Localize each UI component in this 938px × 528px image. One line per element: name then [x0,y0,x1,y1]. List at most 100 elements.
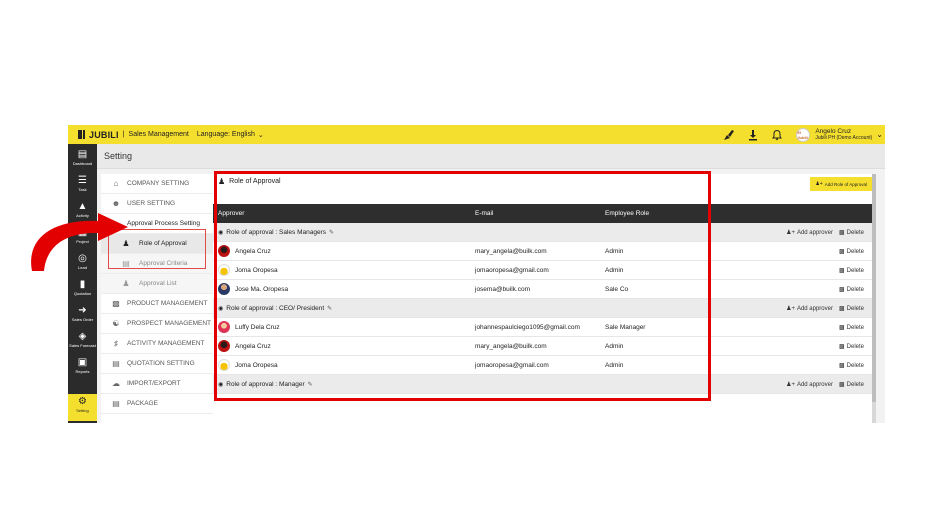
trash-icon: ▩ [838,230,845,236]
reports-icon: ▣ [77,357,88,368]
group-actions: ♟+ Add approver ▩ Delete [786,381,864,389]
dashboard-icon: ▤ [77,149,88,160]
delete-label: Delete [846,362,864,369]
nav-dashboard[interactable]: ▤ Dashboard [68,147,97,169]
add-user-icon: ♟+ [815,181,823,187]
delete-label: Delete [846,343,864,350]
nav-task[interactable]: ☰ Task [68,173,97,195]
panel-scrollbar[interactable] [872,174,876,423]
quotation-icon: ▮ [79,279,86,290]
page-title: Setting [104,151,133,161]
trash-icon: ▩ [838,382,845,388]
chevron-down-icon: ⌄ [257,131,264,139]
package-icon: ▤ [112,399,120,408]
menu-label: COMPANY SETTING [127,180,190,187]
nav-label: Reports [75,369,90,374]
user-account: Jubili PH (Demo Account) [815,134,873,141]
nav-label: Dashboard [72,161,93,166]
trash-icon: ▩ [838,344,845,350]
nav-label: Task [78,187,87,192]
delete-label: Delete [846,324,864,331]
handshake-icon: ☯ [112,319,120,328]
logo-mark-icon-b [83,130,85,139]
delete-label: Delete [846,229,864,236]
module-name: Sales Management [128,131,189,138]
bank-icon: ⌂ [113,179,119,188]
highlight-box [214,171,711,401]
download-icon[interactable] [746,128,760,142]
user-info[interactable]: Angelo Cruz Jubili PH (Demo Account) [815,128,872,142]
chevron-down-icon[interactable]: ⌄ [876,130,883,139]
trash-icon: ▩ [838,363,845,369]
add-approver-button[interactable]: Add approver [797,382,833,388]
language-selector[interactable]: Language: English ⌄ [197,131,264,139]
delete-label: Delete [846,286,864,293]
trash-icon: ▩ [838,287,845,293]
trash-icon: ▩ [838,306,845,312]
trash-icon: ▩ [838,325,845,331]
menu-label: PRODUCT MANAGEMENT [127,300,208,307]
brand-name: JUBILI [89,129,119,140]
cloud-upload-icon: ☁ [112,379,120,388]
delete-approver-button[interactable]: ▩ Delete [838,286,864,294]
group-actions: ♟+ Add approver ▩ Delete [786,305,864,313]
delete-group-button[interactable]: ▩ Delete [838,305,864,313]
nav-label: Quotation [73,291,92,296]
megaphone-icon: ♯ [114,339,118,348]
left-navigation: ▤ Dashboard ☰ Task ▲ Activity ▦ Project … [68,144,97,423]
menu-label: ACTIVITY MANAGEMENT [127,340,205,347]
nav-reports[interactable]: ▣ Reports [68,355,97,377]
nav-quotation[interactable]: ▮ Quotation [68,277,97,299]
add-approver-button[interactable]: Add approver [797,306,833,312]
delete-label: Delete [846,248,864,255]
button-label: Add Role of Approval [824,181,867,187]
delete-approver-button[interactable]: ▩ Delete [838,343,864,351]
group-actions: ♟+ Add approver ▩ Delete [786,229,864,237]
delete-label: Delete [846,381,864,388]
broom-icon[interactable] [722,128,736,142]
nav-setting[interactable]: ⚙ Setting [68,394,97,421]
gears-icon: ⚙ [78,396,87,407]
nav-label: Setting [76,408,89,413]
add-user-icon: ♟+ [786,230,795,236]
delete-label: Delete [846,305,864,312]
delete-approver-button[interactable]: ▩ Delete [838,324,864,332]
add-user-icon: ♟+ [786,306,795,312]
panel-scrollbar-thumb[interactable] [872,174,876,402]
delete-approver-button[interactable]: ▩ Delete [838,267,864,275]
menu-label: QUOTATION SETTING [127,360,195,367]
brand-separator: | [122,131,125,138]
menu-label: IMPORT/EXPORT [127,380,181,387]
document-icon: ▤ [112,359,120,368]
delete-group-button[interactable]: ▩ Delete [838,381,864,389]
user-name: Angelo Cruz [815,127,852,135]
nav-label: Sales Forecast [69,343,96,348]
brand-logo[interactable]: JUBILI [78,130,119,140]
box-icon: ▩ [112,299,120,308]
delete-approver-button[interactable]: ▩ Delete [838,248,864,256]
bell-icon[interactable] [770,128,784,142]
trash-icon: ▩ [838,268,845,274]
company-avatar[interactable]: El Jubili [796,127,811,142]
add-approver-button[interactable]: Add approver [797,230,833,236]
nav-label: Sales Order [71,317,94,322]
menu-label: Approval List [139,280,177,287]
trash-icon: ▩ [838,249,845,255]
nav-sales-forecast[interactable]: ◈ Sales Forecast [68,329,97,351]
sales-order-icon: ➜ [78,305,87,316]
delete-label: Delete [846,267,864,274]
user-list-icon: ♟ [122,279,130,288]
add-user-icon: ♟+ [786,382,795,388]
page-header: Setting [97,144,885,169]
delete-approver-button[interactable]: ▩ Delete [838,362,864,370]
task-icon: ☰ [78,175,87,186]
delete-group-button[interactable]: ▩ Delete [838,229,864,237]
language-label: Language: English [196,131,255,138]
add-role-of-approval-button[interactable]: ♟+ Add Role of Approval [810,177,872,191]
curved-arrow-icon [31,213,128,271]
nav-sales-order[interactable]: ➜ Sales Order [68,303,97,325]
menu-label: PACKAGE [127,400,158,407]
menu-label: PROSPECT MANAGEMENT [127,320,212,327]
top-right-tools: El Jubili Angelo Cruz Jubili PH (Demo Ac… [712,125,885,144]
sales-forecast-icon: ◈ [78,331,87,342]
